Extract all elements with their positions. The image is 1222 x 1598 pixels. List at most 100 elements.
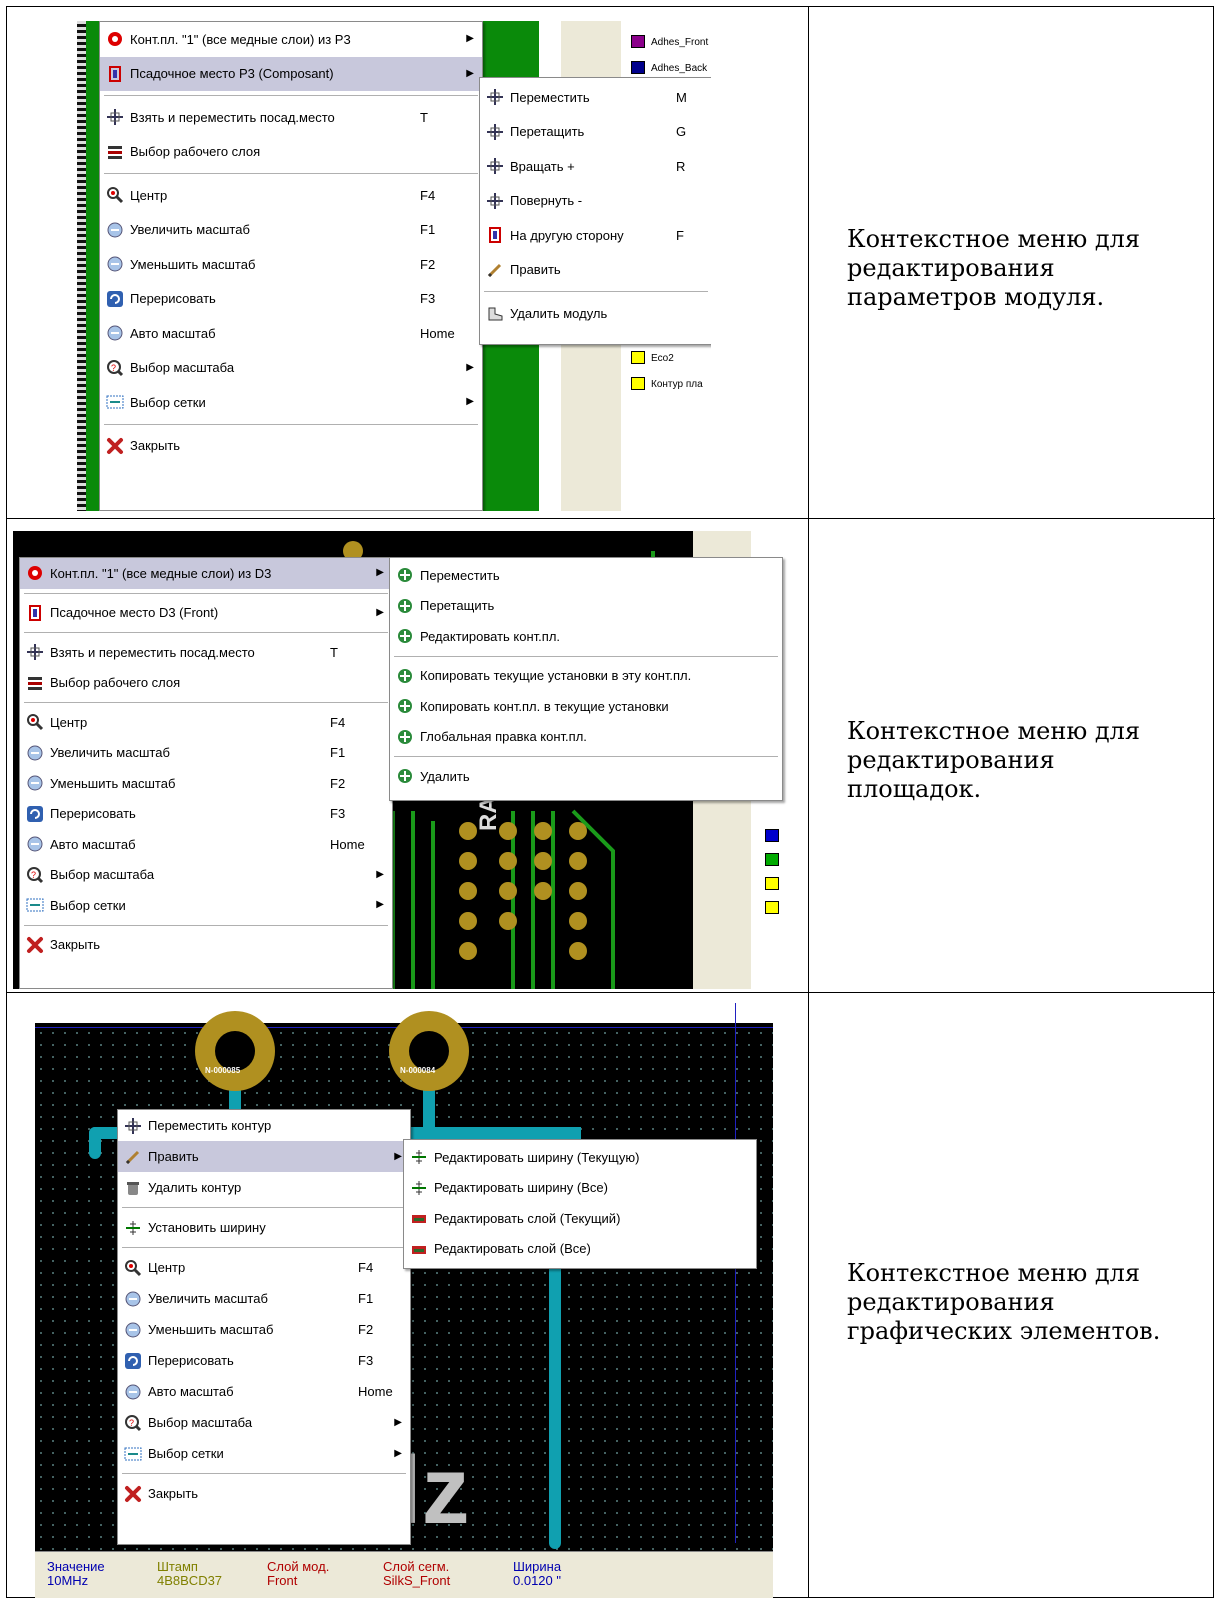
menu-item[interactable]: Увеличить масштаб F1	[118, 1283, 410, 1314]
layer-label: Контур пла	[651, 379, 703, 390]
menu-item[interactable]: Переместить контур	[118, 1110, 410, 1141]
menu-item[interactable]: Уменьшить масштаб F2	[100, 247, 482, 282]
green-icon	[396, 728, 414, 746]
menu-item-label: Выбор сетки	[130, 394, 206, 410]
width-icon	[124, 1219, 142, 1237]
submenu-item[interactable]: Переместить M	[480, 80, 711, 115]
menu-item[interactable]: Авто масштаб Home	[100, 316, 482, 351]
menu-item[interactable]: Перерисовать F3	[100, 282, 482, 317]
move-icon	[486, 157, 504, 175]
submenu-item[interactable]: Править	[480, 253, 711, 288]
menu-item-label: Уменьшить масштаб	[50, 775, 176, 791]
menu-item[interactable]: Выбор сетки ▶	[20, 890, 392, 921]
menu-item-label: Центр	[50, 714, 88, 730]
status-field: Штамп 4B8BCD37	[157, 1560, 222, 1588]
menu-item[interactable]: Выбор сетки ▶	[100, 385, 482, 420]
width-icon	[410, 1148, 428, 1166]
submenu-item[interactable]: Редактировать слой (Текущий)	[404, 1203, 756, 1234]
submenu-item[interactable]: На другую сторону F	[480, 218, 711, 253]
menu-separator	[24, 632, 388, 633]
layer-swatch[interactable]	[631, 35, 645, 48]
status-field-value: 10MHz	[47, 1573, 89, 1588]
submenu-item[interactable]: Копировать текущие установки в эту конт.…	[390, 661, 782, 692]
menu-item[interactable]: Центр F4	[118, 1252, 410, 1283]
submenu-item[interactable]: Удалить модуль	[480, 296, 711, 331]
shoe-icon	[486, 304, 504, 322]
menu-separator	[122, 1473, 406, 1474]
menu-item[interactable]: Конт.пл. "1" (все медные слои) из D3 ▶	[20, 558, 392, 589]
caption-line: параметров модуля.	[847, 283, 1105, 311]
menu-item[interactable]: Выбор рабочего слоя	[20, 668, 392, 699]
menu-item[interactable]: ? Выбор масштаба ▶	[100, 351, 482, 386]
zoom-in-icon	[26, 744, 44, 762]
submenu-arrow-icon: ▶	[466, 396, 474, 408]
menu-item[interactable]: Увеличить масштаб F1	[100, 213, 482, 248]
menu-item[interactable]: Закрыть	[100, 429, 482, 464]
status-field: Значение 10MHz	[47, 1560, 105, 1588]
menu-item[interactable]: Псадочное место D3 (Front) ▶	[20, 598, 392, 629]
submenu-item-label: Глобальная правка конт.пл.	[420, 729, 587, 745]
menu-item[interactable]: ? Выбор масштаба ▶	[118, 1407, 410, 1438]
menu-item[interactable]: Центр F4	[20, 707, 392, 738]
menu-item[interactable]: Уменьшить масштаб F2	[118, 1314, 410, 1345]
layer-swatch[interactable]	[631, 351, 645, 364]
pad-icon	[26, 564, 44, 582]
table-row: RAM_32K0 Конт.пл. "1" (все медные слои) …	[7, 519, 1215, 993]
menu-item[interactable]: Закрыть	[118, 1478, 410, 1509]
menu-item[interactable]: Уменьшить масштаб F2	[20, 768, 392, 799]
menu-item-shortcut: F4	[358, 1260, 374, 1275]
menu-item[interactable]: Закрыть	[20, 930, 392, 961]
submenu-item[interactable]: Глобальная правка конт.пл.	[390, 722, 782, 753]
submenu-item[interactable]: Редактировать ширину (Все)	[404, 1173, 756, 1204]
delete-icon	[124, 1179, 142, 1197]
context-menu: Конт.пл. "1" (все медные слои) из D3 ▶ Пса…	[19, 557, 393, 989]
menu-item[interactable]: Центр F4	[100, 178, 482, 213]
caption-line: Контекстное меню для	[847, 1259, 1141, 1287]
menu-item[interactable]: Править ▶	[118, 1141, 410, 1172]
submenu-item-label: Редактировать слой (Текущий)	[434, 1210, 621, 1226]
menu-item-label: Выбор рабочего слоя	[130, 144, 261, 160]
submenu-item[interactable]: Редактировать слой (Все)	[404, 1234, 756, 1265]
submenu-item[interactable]: Редактировать ширину (Текущую)	[404, 1142, 756, 1173]
menu-item[interactable]: Удалить контур	[118, 1172, 410, 1203]
menu-item-shortcut: F3	[358, 1353, 374, 1368]
layerc-icon	[410, 1240, 428, 1258]
submenu-item[interactable]: Повернуть -	[480, 184, 711, 219]
menu-item[interactable]: Увеличить масштаб F1	[20, 738, 392, 769]
menu-item-label: Псадочное место P3 (Composant)	[130, 66, 334, 82]
submenu-arrow-icon: ▶	[466, 33, 474, 45]
menu-item[interactable]: Перерисовать F3	[20, 799, 392, 830]
menu-item[interactable]: Перерисовать F3	[118, 1345, 410, 1376]
menu-item[interactable]: Авто масштаб Home	[118, 1376, 410, 1407]
layer-swatch[interactable]	[631, 61, 645, 74]
submenu-item[interactable]: Переместить	[390, 560, 782, 591]
menu-item-label: Центр	[148, 1260, 186, 1275]
menu-item-label: Авто масштаб	[130, 325, 216, 341]
menu-item-label: Авто масштаб	[148, 1384, 234, 1399]
status-bar: Значение 10MHz Штамп 4B8BCD37 Слой мод. Front…	[35, 1551, 773, 1598]
menu-item[interactable]: ? Выбор масштаба ▶	[20, 860, 392, 891]
menu-item[interactable]: Установить ширину	[118, 1212, 410, 1243]
submenu-item[interactable]: Редактировать конт.пл.	[390, 621, 782, 652]
menu-item[interactable]: Авто масштаб Home	[20, 829, 392, 860]
menu-item[interactable]: Псадочное место P3 (Composant) ▶	[100, 56, 482, 91]
menu-item[interactable]: Конт.пл. "1" (все медные слои) из P3 ▶	[100, 22, 482, 57]
submenu-item[interactable]: Вращать + R	[480, 149, 711, 184]
menu-item-label: Увеличить масштаб	[148, 1291, 268, 1306]
status-field-value: SilkS_Front	[383, 1573, 451, 1588]
screenshot-pad-menu: RAM_32K0 Конт.пл. "1" (все медные слои) …	[13, 531, 791, 989]
menu-item[interactable]: Взять и переместить посад.место T	[20, 637, 392, 668]
menu-item[interactable]: Взять и переместить посад.место T	[100, 100, 482, 135]
menu-item[interactable]: Выбор сетки ▶	[118, 1438, 410, 1469]
submenu-item[interactable]: Перетащить	[390, 591, 782, 622]
submenu-item[interactable]: Перетащить G	[480, 115, 711, 150]
submenu-item[interactable]: Удалить	[390, 761, 782, 792]
status-field-label: Значение	[47, 1559, 105, 1574]
caption: Контекстное меню для редактирования пара…	[847, 225, 1197, 312]
menu-separator	[104, 423, 478, 425]
green-icon	[396, 597, 414, 615]
chip-icon	[486, 226, 504, 244]
submenu-item[interactable]: Копировать конт.пл. в текущие установки	[390, 691, 782, 722]
layer-swatch[interactable]	[631, 377, 645, 390]
menu-item[interactable]: Выбор рабочего слоя	[100, 135, 482, 170]
